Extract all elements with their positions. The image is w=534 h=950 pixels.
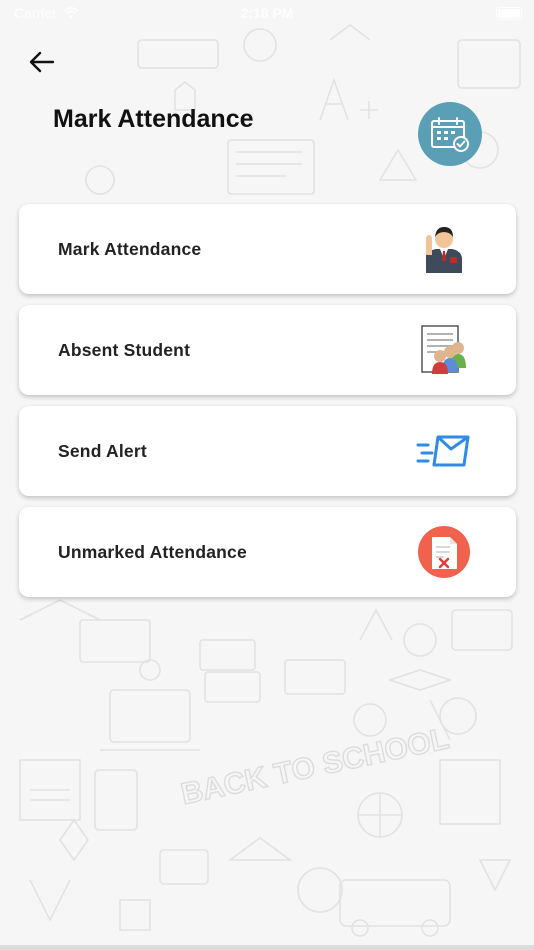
- page-title: Mark Attendance: [53, 105, 254, 133]
- document-cross-icon: [416, 524, 472, 580]
- battery-icon: [496, 7, 522, 20]
- status-time: 2:18 PM: [240, 5, 294, 21]
- teacher-raising-hand-icon: [416, 221, 472, 277]
- menu-item-label: Mark Attendance: [58, 238, 202, 259]
- menu-item-label: Send Alert: [58, 440, 147, 461]
- header-calendar-badge: [418, 102, 482, 166]
- menu-item-absent-student[interactable]: Absent Student: [19, 305, 516, 395]
- menu-item-label: Unmarked Attendance: [58, 541, 247, 562]
- student-group-report-icon: [416, 322, 472, 378]
- attendance-menu: Mark Attendance Absent Student Send Aler…: [19, 204, 516, 608]
- home-indicator: [0, 945, 534, 950]
- calendar-check-icon: [431, 117, 469, 152]
- arrow-left-icon: [29, 51, 55, 73]
- menu-item-mark-attendance[interactable]: Mark Attendance: [19, 204, 516, 294]
- menu-item-label: Absent Student: [58, 339, 191, 360]
- status-bar: Carrier 2:18 PM: [0, 0, 534, 28]
- menu-item-send-alert[interactable]: Send Alert: [19, 406, 516, 496]
- menu-item-unmarked-attendance[interactable]: Unmarked Attendance: [19, 507, 516, 597]
- back-button[interactable]: [24, 44, 60, 80]
- fast-message-icon: [416, 423, 472, 479]
